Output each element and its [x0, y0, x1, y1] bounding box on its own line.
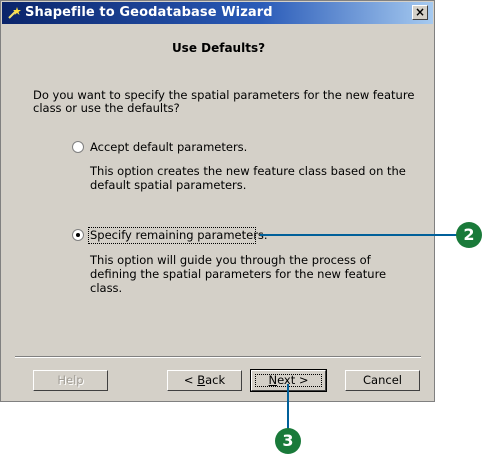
- accept-defaults-label[interactable]: Accept default parameters.: [90, 140, 247, 154]
- back-mnemonic: B: [197, 373, 206, 387]
- button-separator: [15, 356, 421, 358]
- question-text: Do you want to specify the spatial param…: [33, 88, 415, 115]
- cancel-button[interactable]: Cancel: [345, 370, 420, 391]
- close-button[interactable]: ×: [412, 5, 428, 20]
- specify-parameters-description: This option will guide you through the p…: [90, 253, 387, 295]
- specify-parameters-label[interactable]: Specify remaining parameters.: [90, 228, 268, 242]
- back-rest: ack: [205, 373, 226, 387]
- callout-badge: 2: [456, 222, 482, 248]
- back-prefix: <: [183, 373, 198, 387]
- title-bar[interactable]: Shapefile to Geodatabase Wizard ×: [2, 2, 433, 24]
- specify-parameters-radio[interactable]: [72, 229, 84, 241]
- page-heading: Use Defaults?: [171, 41, 266, 55]
- back-button[interactable]: < Back: [167, 370, 242, 391]
- wizard-dialog: Shapefile to Geodatabase Wizard × Use De…: [0, 0, 435, 402]
- window-title: Shapefile to Geodatabase Wizard: [25, 5, 273, 20]
- help-button[interactable]: Help: [33, 370, 108, 391]
- radio-selected-dot: [76, 233, 80, 237]
- callout-leader-line: [260, 234, 464, 236]
- wizard-wand-icon: [8, 7, 21, 19]
- callout-badge: 3: [275, 428, 301, 454]
- callout-leader-line: [287, 384, 289, 430]
- accept-defaults-description: This option creates the new feature clas…: [90, 164, 406, 192]
- accept-defaults-radio[interactable]: [72, 141, 84, 153]
